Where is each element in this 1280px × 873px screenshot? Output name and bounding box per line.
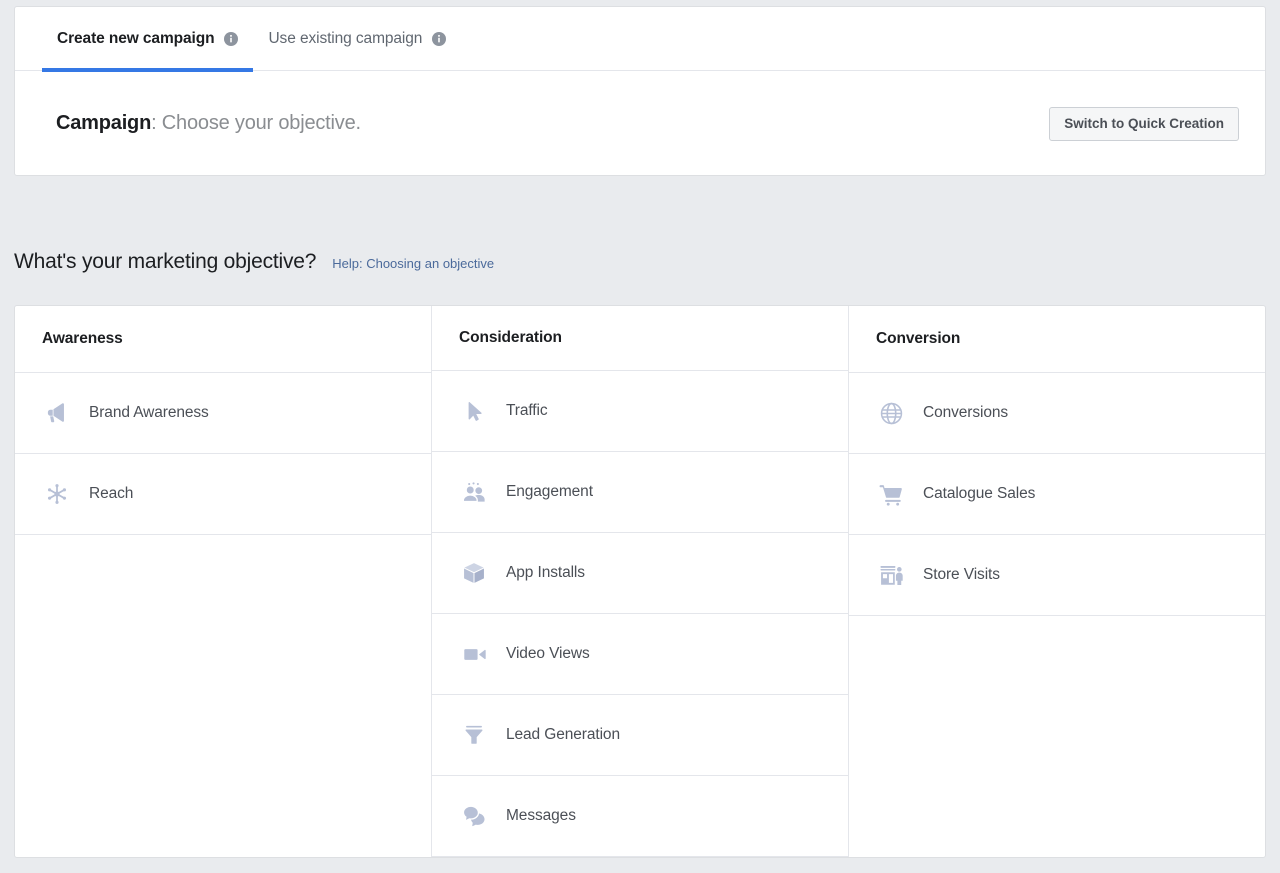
objective-engagement[interactable]: Engagement — [432, 452, 848, 533]
funnel-icon — [454, 719, 494, 751]
campaign-objective-row: Campaign: Choose your objective. Switch … — [15, 71, 1265, 176]
objective-label: Lead Generation — [506, 726, 620, 743]
tab-create-new-campaign-label: Create new campaign — [57, 30, 215, 47]
tab-create-new-campaign[interactable]: Create new campaign — [42, 7, 254, 72]
video-camera-icon — [454, 638, 494, 670]
tab-use-existing-campaign-label: Use existing campaign — [268, 30, 423, 47]
objective-label: Messages — [506, 807, 576, 824]
help-choosing-an-objective-link[interactable]: Help: Choosing an objective — [332, 256, 494, 271]
campaign-creation-card: Create new campaign Use existing campaig… — [14, 6, 1266, 176]
objective-app-installs[interactable]: App Installs — [432, 533, 848, 614]
objective-label: Video Views — [506, 645, 590, 662]
objective-video-views[interactable]: Video Views — [432, 614, 848, 695]
objective-messages[interactable]: Messages — [432, 776, 848, 857]
objective-traffic[interactable]: Traffic — [432, 371, 848, 452]
objectives-table: Awareness Brand Awareness Reach Consider… — [14, 305, 1266, 858]
chat-bubbles-icon — [454, 800, 494, 832]
info-icon[interactable] — [432, 32, 447, 46]
column-header-awareness: Awareness — [15, 306, 431, 373]
column-header-consideration: Consideration — [432, 306, 848, 371]
objective-column-awareness: Awareness Brand Awareness Reach — [15, 306, 432, 857]
switch-to-quick-creation-button[interactable]: Switch to Quick Creation — [1049, 106, 1239, 141]
objective-label: Store Visits — [923, 566, 1000, 583]
info-icon[interactable] — [224, 32, 239, 46]
objective-brand-awareness[interactable]: Brand Awareness — [15, 373, 431, 454]
objective-label: Conversions — [923, 404, 1009, 421]
column-filler-conversion — [849, 616, 1265, 857]
storefront-icon — [871, 559, 911, 591]
objective-store-visits[interactable]: Store Visits — [849, 535, 1265, 616]
cursor-arrow-icon — [454, 395, 494, 427]
objective-label: App Installs — [506, 564, 585, 581]
objective-label: Reach — [89, 485, 134, 502]
objective-label: Traffic — [506, 402, 548, 419]
objective-lead-generation[interactable]: Lead Generation — [432, 695, 848, 776]
column-header-conversion: Conversion — [849, 306, 1265, 373]
cube-box-icon — [454, 557, 494, 589]
reach-star-icon — [37, 478, 77, 510]
tab-use-existing-campaign[interactable]: Use existing campaign — [253, 7, 461, 71]
marketing-objective-heading-row: What's your marketing objective? Help: C… — [14, 250, 494, 274]
shopping-cart-icon — [871, 478, 911, 510]
objective-catalogue-sales[interactable]: Catalogue Sales — [849, 454, 1265, 535]
megaphone-icon — [37, 397, 77, 429]
objective-label: Catalogue Sales — [923, 485, 1036, 502]
marketing-objective-heading: What's your marketing objective? — [14, 250, 317, 273]
objective-conversions[interactable]: Conversions — [849, 373, 1265, 454]
page-title-rest: : Choose your objective. — [151, 112, 361, 134]
page-title-bold: Campaign — [56, 112, 152, 134]
objective-column-consideration: Consideration Traffic Engagement App Ins… — [432, 306, 849, 857]
objective-label: Brand Awareness — [89, 404, 209, 421]
column-filler-awareness — [15, 535, 431, 857]
people-group-icon — [454, 476, 494, 508]
objective-reach[interactable]: Reach — [15, 454, 431, 535]
creation-mode-tabs: Create new campaign Use existing campaig… — [15, 7, 1265, 72]
objective-label: Engagement — [506, 483, 593, 500]
page-title: Campaign: Choose your objective. — [56, 112, 361, 135]
objective-column-conversion: Conversion Conversions Catalogue Sales S… — [849, 306, 1265, 857]
globe-icon — [871, 397, 911, 429]
